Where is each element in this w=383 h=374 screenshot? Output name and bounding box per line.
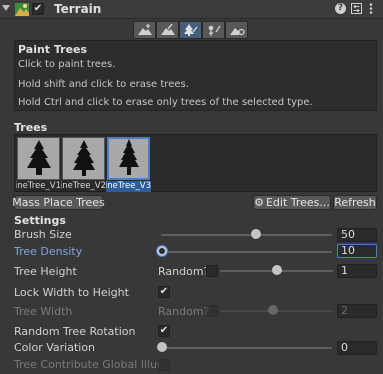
brush-size-slider-track[interactable] [161, 234, 332, 236]
edit-trees-label: Edit Trees... [265, 196, 330, 209]
tree-density-field[interactable]: 10 [337, 244, 377, 258]
contribute-gi-label: Tree Contribute Global Illuminat [14, 358, 159, 371]
pine-tree-icon [118, 139, 139, 175]
paint-terrain-tool[interactable] [156, 21, 179, 39]
settings-section-title: Settings [14, 214, 66, 227]
tree-density-label: Tree Density [14, 245, 83, 258]
lock-width-label: Lock Width to Height [14, 286, 129, 299]
mass-place-trees-button[interactable]: Mass Place Trees [12, 195, 105, 210]
gear-icon: ⚙ [254, 196, 264, 209]
terrain-gear-icon [229, 28, 245, 36]
terrain-component-icon [15, 3, 29, 16]
paint-brush-icon [160, 24, 175, 35]
color-variation-field[interactable]: 0 [337, 341, 377, 355]
tree-density-slider-knob[interactable] [157, 246, 167, 256]
brush-size-slider-knob[interactable] [251, 229, 261, 239]
contribute-gi-checkbox[interactable] [158, 359, 170, 371]
tree-prototype-tile-selected[interactable] [107, 137, 150, 180]
tree-width-label: Tree Width [14, 305, 73, 318]
check-icon: ✔ [159, 325, 169, 336]
check-icon: ✔ [159, 286, 169, 297]
pine-tree-icon [26, 140, 51, 175]
component-enabled-checkbox[interactable]: ✔ [32, 3, 44, 15]
tree-width-field[interactable]: 2 [337, 304, 377, 318]
paint-trees-tool[interactable] [179, 21, 202, 39]
tree-height-slider-knob[interactable] [272, 265, 282, 275]
edit-trees-button[interactable]: ⚙ Edit Trees... [253, 195, 331, 210]
tree-width-random-label: Random? [158, 305, 210, 318]
pine-tree-icon [72, 140, 95, 176]
foldout-arrow-icon[interactable] [2, 5, 10, 11]
help-box-title: Paint Trees [18, 43, 88, 56]
tree-density-slider-track[interactable] [161, 251, 332, 253]
tree-height-field[interactable]: 1 [337, 264, 377, 278]
tree-prototype-label: PineTree_V1 [16, 181, 61, 191]
tree-prototype-label: PineTree_V3 [106, 181, 151, 192]
component-title: Terrain [54, 2, 102, 16]
color-variation-slider-knob[interactable] [157, 342, 167, 352]
flower-icon [208, 25, 221, 36]
tree-height-random-checkbox[interactable] [206, 265, 218, 277]
brush-size-field[interactable]: 50 [337, 228, 377, 242]
check-icon: ✔ [33, 3, 43, 14]
terrain-settings-tool[interactable] [225, 21, 248, 39]
tree-icon [183, 24, 198, 36]
random-rotation-checkbox[interactable]: ✔ [158, 325, 170, 337]
tree-prototype-tile[interactable] [62, 137, 105, 180]
tree-prototype-label: PineTree_V2 [61, 181, 106, 191]
help-line: Hold Ctrl and click to erase only trees … [18, 97, 313, 108]
color-variation-slider-track[interactable] [161, 347, 332, 349]
tree-height-label: Tree Height [14, 265, 77, 278]
raise-terrain-icon [137, 24, 152, 35]
tree-width-random-checkbox[interactable] [206, 305, 218, 317]
preset-icon[interactable] [351, 3, 362, 14]
help-icon[interactable]: ? [335, 3, 346, 14]
refresh-button[interactable]: Refresh [333, 195, 377, 210]
help-line: Hold shift and click to erase trees. [18, 79, 189, 90]
tree-height-random-label: Random? [158, 265, 210, 278]
paint-details-tool[interactable] [202, 21, 225, 39]
help-line: Click to paint trees. [18, 59, 116, 70]
tree-prototype-tile[interactable] [17, 137, 60, 180]
trees-section-title: Trees [14, 121, 48, 134]
random-rotation-label: Random Tree Rotation [14, 325, 136, 338]
raise-terrain-tool[interactable] [133, 21, 156, 39]
lock-width-checkbox[interactable]: ✔ [158, 286, 170, 298]
brush-size-label: Brush Size [14, 228, 72, 241]
tree-width-slider-knob[interactable] [268, 305, 278, 315]
kebab-menu-icon[interactable] [368, 2, 374, 15]
color-variation-label: Color Variation [14, 341, 96, 354]
